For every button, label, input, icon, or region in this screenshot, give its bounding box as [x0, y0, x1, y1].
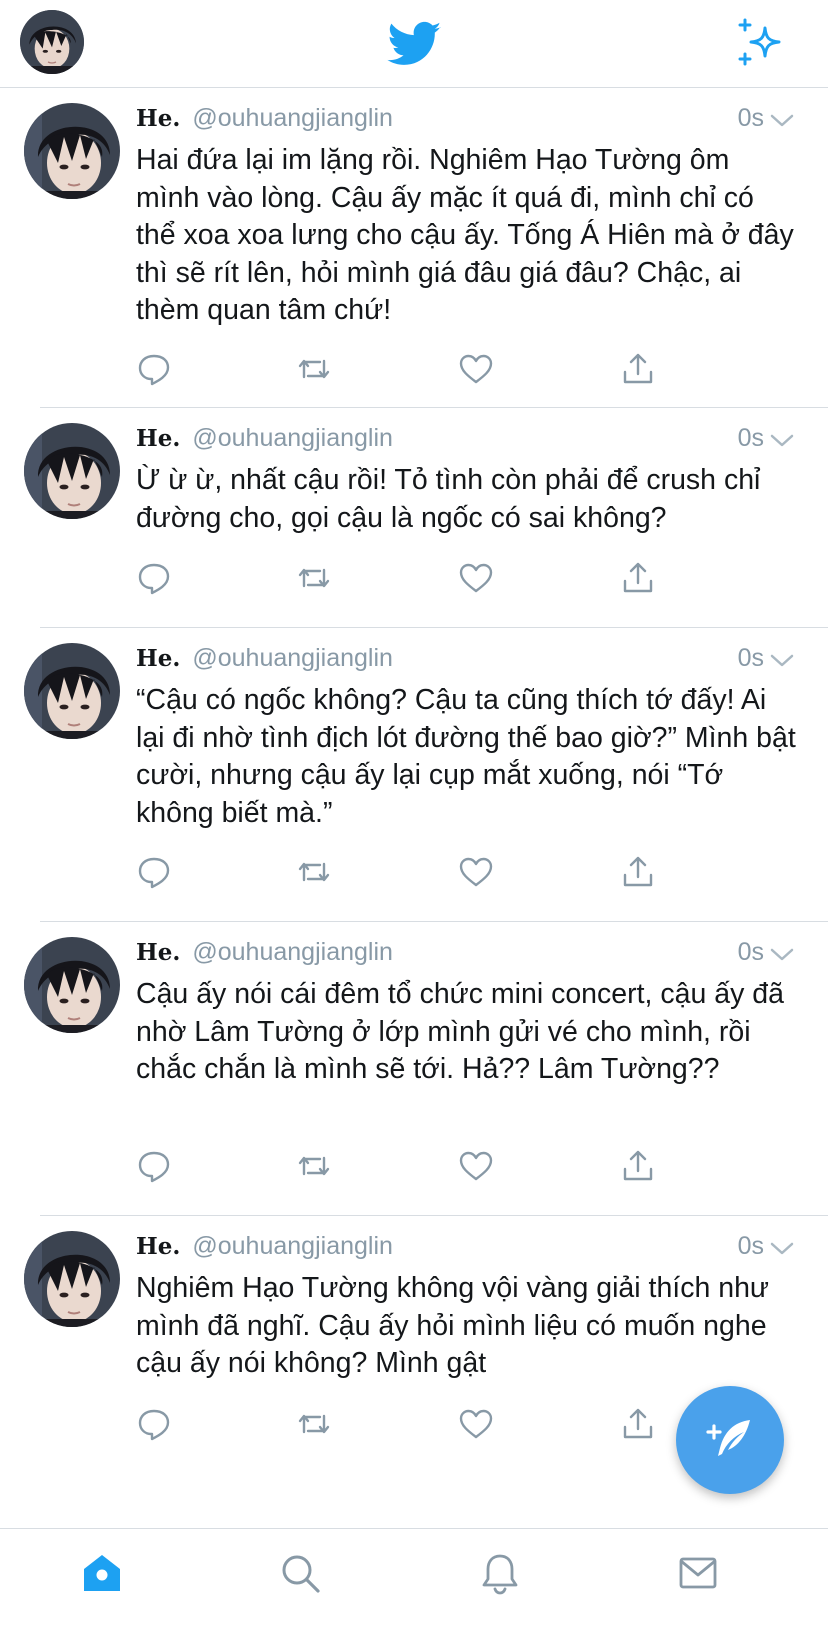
user-handle[interactable]: @ouhuangjianglin — [192, 424, 393, 453]
mail-icon[interactable] — [676, 1551, 724, 1599]
tweet-header: He. @ouhuangjianglin — [136, 938, 393, 970]
share-icon[interactable] — [620, 1406, 660, 1446]
retweet-icon[interactable] — [296, 560, 336, 600]
avatar[interactable] — [24, 103, 120, 199]
reply-icon[interactable] — [136, 351, 176, 391]
compose-button[interactable] — [676, 1386, 784, 1494]
display-name[interactable]: He. — [136, 645, 180, 672]
home-icon[interactable] — [80, 1551, 128, 1599]
compose-icon — [706, 1420, 750, 1456]
timestamp: 0s — [737, 1232, 764, 1260]
tweet-text: Nghiêm Hạo Tường không vội vàng giải thí… — [136, 1272, 770, 1379]
display-name[interactable]: He. — [136, 939, 180, 966]
bottom-tab-bar — [0, 1528, 828, 1628]
avatar[interactable] — [24, 643, 120, 739]
tweet-actions — [136, 351, 696, 391]
display-name[interactable]: He. — [136, 1233, 180, 1260]
share-icon[interactable] — [620, 854, 660, 894]
timestamp: 0s — [737, 424, 764, 452]
tweet-text: Cậu ấy nói cái đêm tổ chức mini concert,… — [136, 978, 784, 1085]
reply-icon[interactable] — [136, 854, 176, 894]
chevron-down-icon[interactable] — [770, 114, 794, 128]
reply-icon[interactable] — [136, 1406, 176, 1446]
like-icon[interactable] — [458, 1148, 498, 1188]
tweet[interactable]: He. @ouhuangjianglin 0s Ừ ừ ừ, nhất cậu … — [0, 408, 828, 628]
retweet-icon[interactable] — [296, 1148, 336, 1188]
retweet-icon[interactable] — [296, 351, 336, 391]
user-handle[interactable]: @ouhuangjianglin — [192, 1232, 393, 1261]
chevron-down-icon[interactable] — [770, 434, 794, 448]
tweet-text: Ừ ừ ừ, nhất cậu rồi! Tỏ tình còn phải để… — [136, 464, 761, 534]
display-name[interactable]: He. — [136, 425, 180, 452]
tweet-header: He. @ouhuangjianglin — [136, 644, 393, 676]
like-icon[interactable] — [458, 351, 498, 391]
tweet-header: He. @ouhuangjianglin — [136, 424, 393, 456]
tweet-text: “Cậu có ngốc không? Cậu ta cũng thích tớ… — [136, 684, 796, 829]
share-icon[interactable] — [620, 560, 660, 600]
chevron-down-icon[interactable] — [770, 948, 794, 962]
display-name[interactable]: He. — [136, 105, 180, 132]
user-handle[interactable]: @ouhuangjianglin — [192, 938, 393, 967]
user-handle[interactable]: @ouhuangjianglin — [192, 104, 393, 133]
avatar[interactable] — [24, 937, 120, 1033]
avatar[interactable] — [24, 423, 120, 519]
tweet-header: He. @ouhuangjianglin — [136, 1232, 393, 1264]
timestamp: 0s — [737, 644, 764, 672]
tweet[interactable]: He. @ouhuangjianglin 0s “Cậu có ngốc khô… — [0, 628, 828, 922]
tweet-actions — [136, 1406, 696, 1446]
retweet-icon[interactable] — [296, 854, 336, 894]
search-icon[interactable] — [278, 1551, 326, 1599]
tweet[interactable]: He. @ouhuangjianglin 0s Hai đứa lại im l… — [0, 88, 828, 408]
tweet-actions — [136, 560, 696, 600]
reply-icon[interactable] — [136, 560, 176, 600]
timestamp: 0s — [737, 938, 764, 966]
bird-icon — [385, 16, 445, 70]
like-icon[interactable] — [458, 854, 498, 894]
tweet-text: Hai đứa lại im lặng rồi. Nghiêm Hạo Tườn… — [136, 144, 794, 326]
tweet[interactable]: He. @ouhuangjianglin 0s Cậu ấy nói cái đ… — [0, 922, 828, 1216]
like-icon[interactable] — [458, 1406, 498, 1446]
tweet-actions — [136, 854, 696, 894]
share-icon[interactable] — [620, 351, 660, 391]
reply-icon[interactable] — [136, 1148, 176, 1188]
share-icon[interactable] — [620, 1148, 660, 1188]
timestamp: 0s — [737, 104, 764, 132]
like-icon[interactable] — [458, 560, 498, 600]
tweet-header: He. @ouhuangjianglin — [136, 104, 393, 136]
retweet-icon[interactable] — [296, 1406, 336, 1446]
timeline: He. @ouhuangjianglin 0s Hai đứa lại im l… — [0, 88, 828, 1528]
bell-icon[interactable] — [478, 1551, 526, 1599]
chevron-down-icon[interactable] — [770, 1242, 794, 1256]
avatar[interactable] — [24, 1231, 120, 1327]
chevron-down-icon[interactable] — [770, 654, 794, 668]
top-bar — [0, 0, 828, 88]
user-handle[interactable]: @ouhuangjianglin — [192, 644, 393, 673]
avatar[interactable] — [20, 10, 84, 74]
tweet-actions — [136, 1148, 696, 1188]
sparkle-icon[interactable] — [737, 18, 787, 68]
